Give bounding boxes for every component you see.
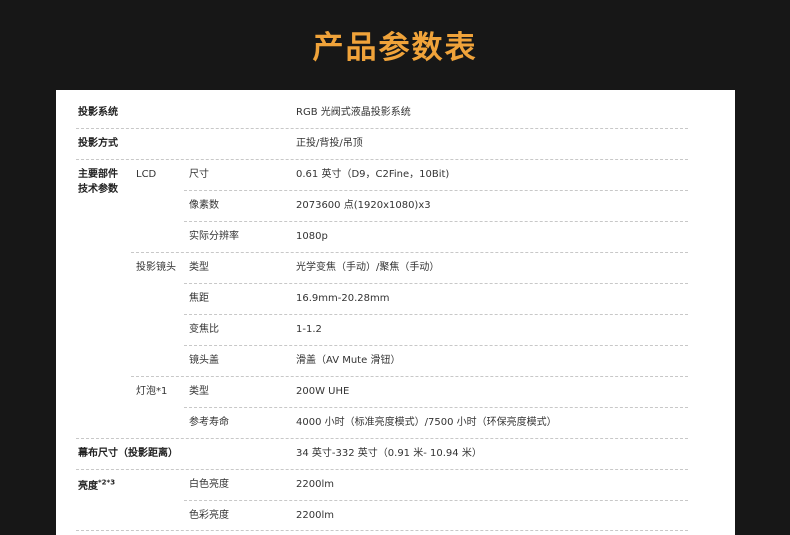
lens-zoom-label: 变焦比 [189, 324, 219, 335]
row-divider [131, 252, 688, 253]
main-components-label-line2: 技术参数 [78, 184, 118, 195]
row-divider [76, 128, 688, 129]
row-divider [184, 407, 688, 408]
brightness-label-text: 亮度 [78, 481, 98, 492]
lens-type-label: 类型 [189, 262, 209, 273]
lamp-label-text: 灯泡 [136, 386, 156, 397]
row-divider [184, 500, 688, 501]
lcd-resolution-value: 1080p [296, 231, 328, 242]
lcd-size-value: 0.61 英寸（D9，C2Fine，10Bit) [296, 169, 450, 180]
row-divider [184, 314, 688, 315]
row-divider [76, 438, 688, 439]
lamp-type-label: 类型 [189, 386, 209, 397]
row-divider [184, 345, 688, 346]
row-divider [76, 530, 688, 531]
lens-cover-value: 滑盖（AV Mute 滑钮） [296, 355, 401, 366]
row-divider [184, 190, 688, 191]
lens-focal-value: 16.9mm-20.28mm [296, 293, 390, 304]
brightness-white-value: 2200lm [296, 479, 334, 490]
lens-type-value: 光学变焦（手动）/聚焦（手动） [296, 262, 440, 273]
lcd-label: LCD [136, 169, 157, 180]
lcd-pixels-label: 像素数 [189, 200, 219, 211]
lens-zoom-value: 1-1.2 [296, 324, 322, 335]
brightness-color-value: 2200lm [296, 510, 334, 521]
lcd-pixels-value: 2073600 点(1920x1080)x3 [296, 200, 431, 211]
lamp-type-value: 200W UHE [296, 386, 350, 397]
row-divider [76, 159, 688, 160]
lens-cover-label: 镜头盖 [189, 355, 219, 366]
lens-label: 投影镜头 [136, 262, 176, 273]
row-divider [76, 469, 688, 470]
row-divider [184, 283, 688, 284]
projection-mode-label: 投影方式 [78, 138, 118, 149]
screen-size-label: 幕布尺寸（投影距离） [78, 448, 178, 459]
lamp-footnote: *1 [156, 386, 168, 397]
brightness-white-label: 白色亮度 [189, 479, 229, 490]
spec-table: 投影系统 RGB 光阀式液晶投影系统 投影方式 正投/背投/吊顶 主要部件 技术… [56, 90, 735, 535]
row-divider [184, 221, 688, 222]
main-components-label-line1: 主要部件 [78, 169, 118, 180]
lamp-life-label: 参考寿命 [189, 417, 229, 428]
screen-size-value: 34 英寸-332 英寸（0.91 米- 10.94 米） [296, 448, 482, 459]
lcd-resolution-label: 实际分辨率 [189, 231, 239, 242]
projection-mode-value: 正投/背投/吊顶 [296, 138, 363, 149]
projection-system-value: RGB 光阀式液晶投影系统 [296, 107, 411, 118]
row-divider [131, 376, 688, 377]
projection-system-label: 投影系统 [78, 107, 118, 118]
lens-focal-label: 焦距 [189, 293, 209, 304]
brightness-footnote: *2*3 [98, 478, 116, 487]
lamp-life-value: 4000 小时（标准亮度模式）/7500 小时（环保亮度模式） [296, 417, 557, 428]
lamp-label: 灯泡*1 [136, 385, 167, 399]
brightness-label: 亮度*2*3 [78, 478, 116, 494]
lcd-size-label: 尺寸 [189, 169, 209, 180]
brightness-color-label: 色彩亮度 [189, 510, 229, 521]
page-title: 产品参数表 [312, 30, 478, 66]
